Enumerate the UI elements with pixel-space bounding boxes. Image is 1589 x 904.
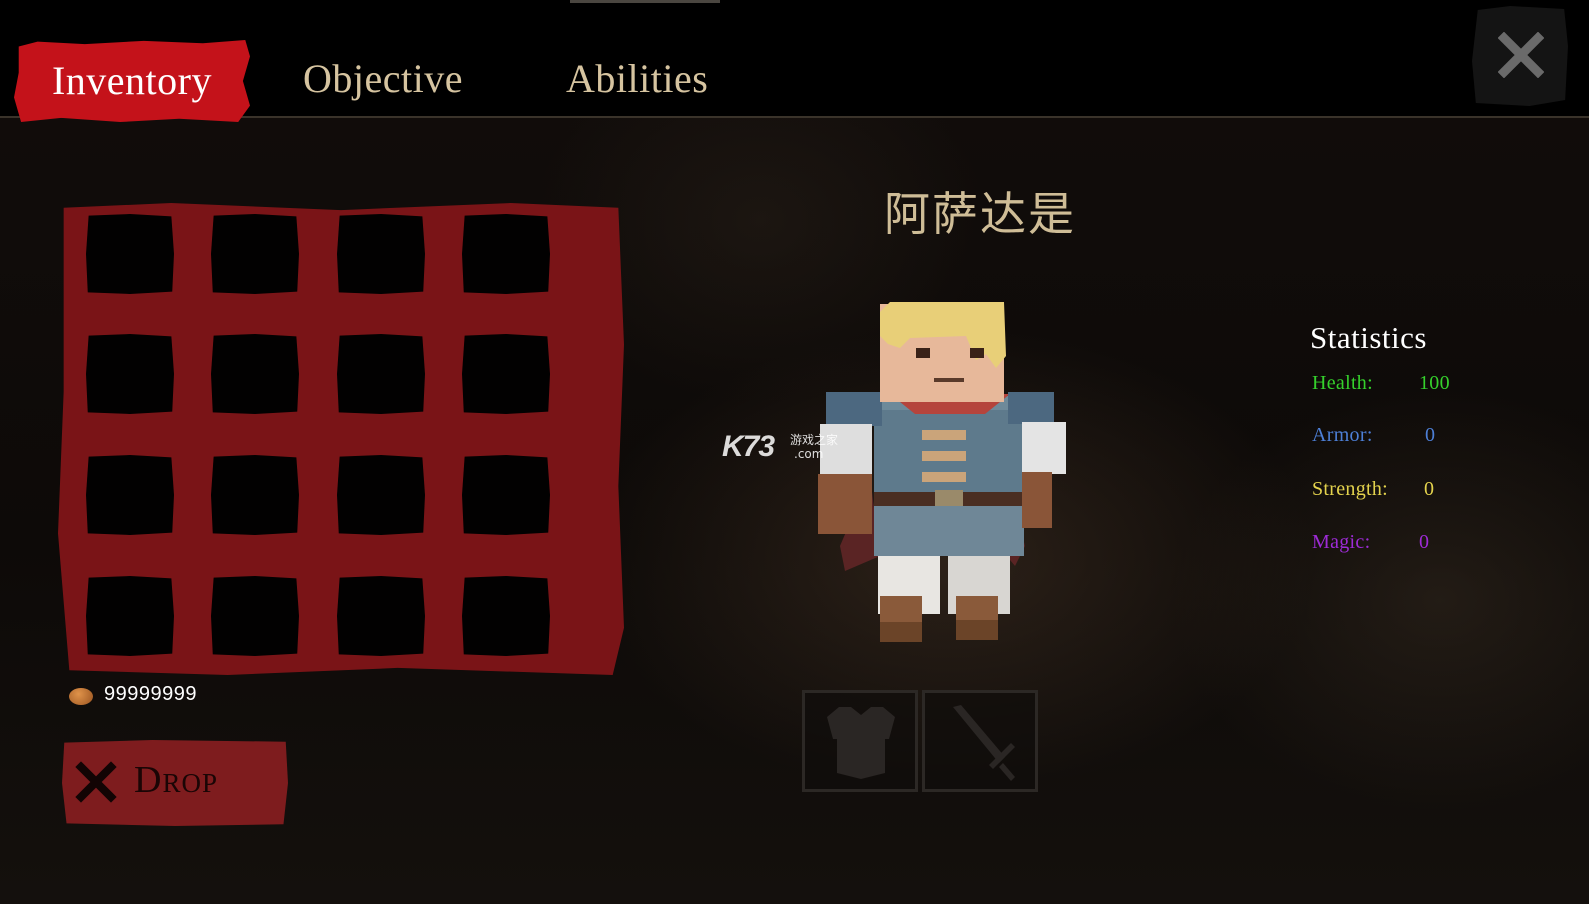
coin-icon xyxy=(69,688,93,705)
inventory-slot[interactable] xyxy=(211,576,299,656)
stat-health-label: Health: xyxy=(1312,372,1373,394)
inventory-slot[interactable] xyxy=(462,214,550,294)
inventory-slot[interactable] xyxy=(211,214,299,294)
watermark-subtext-line1: 游戏之家 xyxy=(790,433,839,447)
equipment-slot-armor[interactable] xyxy=(802,690,918,792)
gold-amount: 99999999 xyxy=(104,683,197,705)
top-bar-highlight xyxy=(570,0,720,3)
inventory-slot[interactable] xyxy=(462,455,550,535)
character-name: 阿萨达是 xyxy=(884,187,1076,241)
character-model xyxy=(800,296,1080,656)
inventory-slot[interactable] xyxy=(86,455,174,535)
tab-abilities[interactable]: Abilities xyxy=(566,40,708,118)
tab-inventory[interactable]: Inventory xyxy=(14,40,250,122)
chest-armor-icon xyxy=(827,707,895,779)
inventory-slot[interactable] xyxy=(211,334,299,414)
tab-objective[interactable]: Objective xyxy=(303,40,463,118)
inventory-slot[interactable] xyxy=(86,334,174,414)
stat-armor-value: 0 xyxy=(1425,424,1436,446)
inventory-slot[interactable] xyxy=(86,214,174,294)
drop-label: Drop xyxy=(134,759,218,801)
top-tab-bar: Inventory Objective Abilities xyxy=(0,0,1589,122)
stat-health-value: 100 xyxy=(1419,372,1450,394)
inventory-slot[interactable] xyxy=(462,576,550,656)
inventory-slot[interactable] xyxy=(211,455,299,535)
watermark-subtext-line2: .com xyxy=(794,447,824,461)
stat-strength-label: Strength: xyxy=(1312,478,1389,500)
inventory-slot[interactable] xyxy=(337,334,425,414)
inventory-slot[interactable] xyxy=(337,576,425,656)
close-button[interactable] xyxy=(1472,6,1568,106)
stat-armor-label: Armor: xyxy=(1312,424,1373,446)
drop-button[interactable]: Drop xyxy=(62,740,288,826)
inventory-slot[interactable] xyxy=(337,214,425,294)
inventory-slot[interactable] xyxy=(86,576,174,656)
inventory-slot[interactable] xyxy=(337,455,425,535)
sword-icon xyxy=(953,705,1015,781)
statistics-title: Statistics xyxy=(1310,320,1427,355)
stat-strength-value: 0 xyxy=(1424,478,1435,500)
drop-x-icon xyxy=(75,761,117,803)
watermark-logo: K73 xyxy=(722,430,775,463)
inventory-slot[interactable] xyxy=(462,334,550,414)
equipment-slot-weapon[interactable] xyxy=(922,690,1038,792)
stat-magic-value: 0 xyxy=(1419,531,1430,553)
watermark-subtext: 游戏之家 .com xyxy=(790,433,838,461)
stat-magic-label: Magic: xyxy=(1312,531,1371,553)
close-icon xyxy=(1498,32,1544,78)
